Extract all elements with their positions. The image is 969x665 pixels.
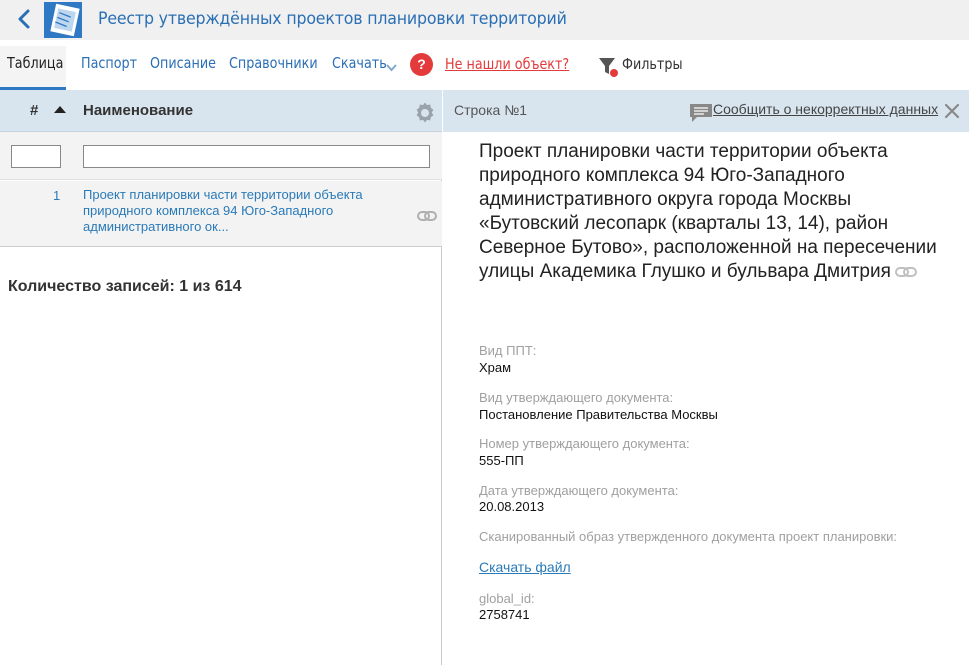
link-icon[interactable] [417,210,437,222]
field-label-doc-number: Номер утверждающего документа: [479,436,690,451]
tab-table[interactable]: Таблица [0,46,66,90]
field-label-doc-type: Вид утверждающего документа: [479,390,674,405]
column-header-number[interactable]: # [30,102,38,119]
number-filter-input[interactable] [11,145,61,168]
field-value-global-id: 2758741 [479,607,530,622]
field-label-scan: Сканированный образ утвержденного докуме… [479,529,898,544]
field-value-doc-type: Постановление Правительства Москвы [479,407,718,422]
report-incorrect-data-link[interactable]: Сообщить о некорректных данных [713,101,938,117]
app-window: Реестр утверждённых проектов планировки … [0,0,969,665]
filter-icon[interactable] [598,56,620,78]
download-file-link[interactable]: Скачать файл [479,559,571,575]
sort-asc-icon[interactable] [54,106,66,113]
download-menu[interactable]: Скачать [332,54,387,72]
field-value-doc-number: 555-ПП [479,453,524,468]
close-icon[interactable] [943,102,961,120]
tab-description[interactable]: Описание [150,54,216,72]
app-logo-icon [44,2,82,38]
row-label: Строка №1 [454,102,528,118]
detail-title-text: Проект планировки части территории объек… [479,141,937,282]
field-label-global-id: global_id: [479,591,535,606]
filters-button[interactable]: Фильтры [622,55,683,73]
gear-icon[interactable] [413,101,437,125]
detail-title: Проект планировки части территории объек… [479,140,939,284]
tab-references[interactable]: Справочники [229,54,318,72]
filter-row [0,132,442,180]
download-menu-label: Скачать [332,54,387,72]
name-filter-input[interactable] [83,145,430,168]
row-name-link[interactable]: Проект планировки части территории объек… [83,187,403,235]
comment-icon[interactable] [689,103,713,123]
back-icon[interactable] [14,8,34,30]
records-count: Количество записей: 1 из 614 [8,278,242,295]
detail-header: Строка №1 Сообщить о некорректных данных [443,90,969,132]
page-title: Реестр утверждённых проектов планировки … [98,9,567,29]
field-value-doc-date: 20.08.2013 [479,499,545,514]
link-icon[interactable] [894,266,917,278]
tab-passport[interactable]: Паспорт [81,54,137,72]
row-number: 1 [53,188,61,203]
table-header: # Наименование [0,90,442,132]
chevron-down-icon [386,64,397,72]
detail-panel: Строка №1 Сообщить о некорректных данных… [443,90,969,665]
table-panel: # Наименование 1 Проект планировки части… [0,90,442,665]
not-found-link[interactable]: Не нашли объект? [445,55,569,73]
field-label-type: Вид ППТ: [479,343,537,358]
top-nav: Таблица Паспорт Описание Справочники Ска… [0,40,969,90]
field-label-doc-date: Дата утверждающего документа: [479,483,679,498]
app-header: Реестр утверждённых проектов планировки … [0,0,969,40]
table-row[interactable]: 1 Проект планировки части территории объ… [0,181,442,247]
column-header-name[interactable]: Наименование [83,102,193,119]
tab-table-label: Таблица [7,54,64,72]
field-value-type: Храм [479,360,512,375]
help-icon[interactable]: ? [410,53,433,76]
